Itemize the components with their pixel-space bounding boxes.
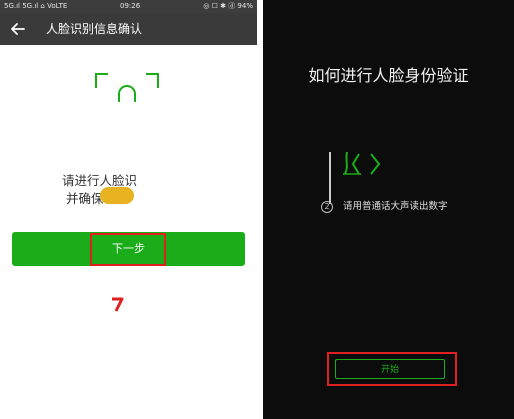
page-title: 人脸识别信息确认 [46,22,143,36]
face-recognition-confirm-screen: 5G.ıl 5G.ıl ⌂ VoLTE 09:26 ◎ ☐ ✱ ⓓ 94% 人脸… [0,0,257,419]
status-time: 09:26 [120,2,141,10]
signal-indicators: 5G.ıl 5G.ıl ⌂ VoLTE [4,2,68,10]
step-connector-line [329,152,331,204]
step-number: 2 [321,201,333,213]
title-bar: 人脸识别信息确认 [0,13,257,45]
lip-reading-icon [343,151,381,175]
arrow-left-icon[interactable] [10,21,26,37]
step-instruction: 请用普通话大声读出数字 [343,201,448,212]
face-verification-guide-screen: 如何进行人脸身份验证 2 请用普通话大声读出数字 开始 [263,0,514,419]
annotation-cursor-mark [112,297,124,312]
face-scan-frame-icon [95,73,159,102]
status-icons: ◎ ☐ ✱ ⓓ 94% [203,2,253,10]
redaction-blob [100,187,134,204]
guide-title: 如何进行人脸身份验证 [308,66,469,85]
tip-text-line2: 并确保 [66,191,104,206]
status-bar: 5G.ıl 5G.ıl ⌂ VoLTE 09:26 ◎ ☐ ✱ ⓓ 94% [0,0,257,13]
annotation-highlight-next [90,233,166,266]
annotation-highlight-start [327,352,457,386]
